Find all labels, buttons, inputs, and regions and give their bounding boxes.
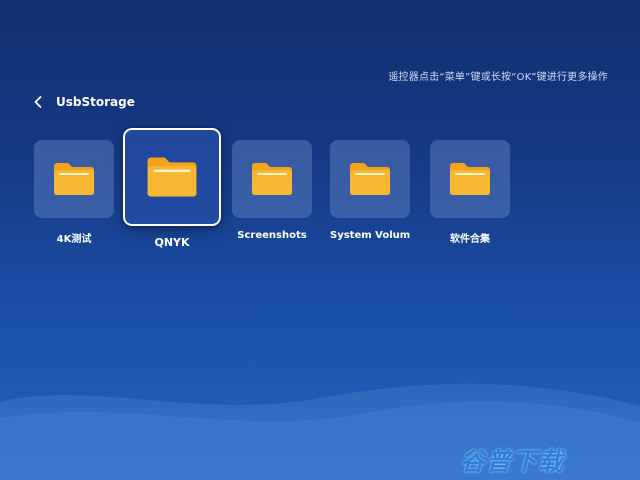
folder-tile <box>232 140 312 218</box>
folder-icon <box>350 163 390 195</box>
folder-grid: 4K测试 QNYK Screenshots System Volum 软件合集 <box>0 0 640 480</box>
folder-item-screenshots[interactable]: Screenshots <box>232 140 312 250</box>
folder-tile-selected <box>123 128 221 226</box>
folder-icon <box>147 157 197 197</box>
folder-label: 软件合集 <box>450 234 490 245</box>
folder-tile <box>430 140 510 218</box>
watermark-logo: 谷普下载 <box>460 447 565 476</box>
folder-label: Screenshots <box>237 230 307 241</box>
folder-label: QNYK <box>154 236 190 249</box>
folder-label: System Volume Ir <box>330 230 410 241</box>
folder-icon <box>450 163 490 195</box>
folder-icon <box>252 163 292 195</box>
folder-item-system-volume[interactable]: System Volume Ir <box>330 140 410 250</box>
folder-tile <box>34 140 114 218</box>
folder-item-qnyk[interactable]: QNYK <box>123 128 221 253</box>
folder-item-software[interactable]: 软件合集 <box>430 140 510 250</box>
folder-icon <box>54 163 94 195</box>
folder-label: 4K测试 <box>56 234 92 245</box>
folder-tile <box>330 140 410 218</box>
folder-item-4k[interactable]: 4K测试 <box>34 140 114 250</box>
